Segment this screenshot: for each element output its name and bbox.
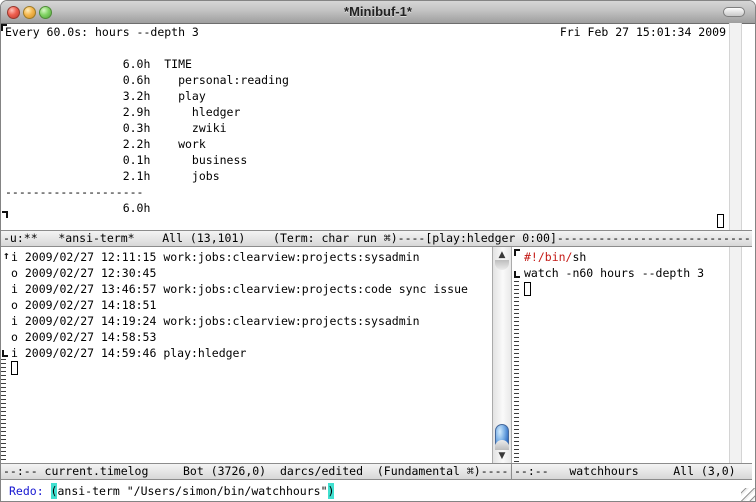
window-title: *Minibuf-1* [1,4,755,20]
script-scrollbar-track[interactable] [729,247,742,463]
modeline-timelog: --:-- current.timelog Bot (3726,0) darcs… [1,463,512,480]
open-paren-highlight: ( [51,483,58,499]
scrollbar-cap [495,260,509,270]
minibuffer-prompt: Redo: [9,483,51,499]
modeline-ansi-term: -u:** *ansi-term* All (13,101) (Term: ch… [1,230,752,247]
modeline-script-text: --:-- watchhours All (3,0) [512,464,752,479]
zoom-button-icon[interactable] [39,6,52,19]
modeline-ansi-term-text: -u:** *ansi-term* All (13,101) (Term: ch… [1,231,752,246]
close-paren-highlight: ) [328,483,335,499]
empty-line-marks [514,281,519,463]
minibuffer[interactable]: Redo: (ansi-term "/Users/simon/bin/watch… [9,483,334,499]
modeline-script: --:-- watchhours All (3,0) [512,463,752,480]
resize-grip[interactable] [741,488,755,502]
hours-report: 6.0h TIME 0.6h personal:reading 3.2h pla… [5,40,289,216]
titlebar[interactable]: *Minibuf-1* [1,1,755,24]
scrollbar-cap [495,440,509,450]
timelog-scrollbar[interactable]: ▲ ▼ [492,247,512,463]
timelog-cursor [11,361,18,375]
empty-line-marks [1,359,6,463]
buffer-bottom-corner-icon [514,271,520,278]
script-shebang-line: #!/bin/sh [524,249,586,265]
minibuffer-command: ansi-term "/Users/simon/bin/watchhours" [57,483,327,499]
buffer-bottom-corner-icon [2,211,8,218]
shebang-path: #!/bin/ [524,250,572,264]
watch-timestamp: Fri Feb 27 15:01:34 2009 [560,24,726,40]
toolbar-toggle-button[interactable] [723,7,745,17]
modeline-timelog-text: --:-- current.timelog Bot (3726,0) darcs… [1,464,511,479]
watch-header: Every 60.0s: hours --depth 3 Fri Feb 27 … [5,24,726,40]
buffer-bottom-corner-icon [2,350,8,357]
buffer-top-corner-icon [514,249,520,256]
script-cursor [524,282,531,296]
watch-command: Every 60.0s: hours --depth 3 [5,24,199,40]
emacs-window: *Minibuf-1* Every 60.0s: hours --depth 3… [0,0,756,502]
timelog-entries: i 2009/02/27 12:11:15 work:jobs:clearvie… [11,249,468,361]
scroll-up-arrow-icon[interactable]: ▲ [493,250,511,260]
close-button-icon[interactable] [7,6,20,19]
term-cursor [717,214,724,228]
fringe-up-arrow-icon: ↑ [3,250,10,261]
script-command-line: watch -n60 hours --depth 3 [524,265,704,281]
scroll-down-arrow-icon[interactable]: ▼ [493,451,511,461]
minimize-button-icon[interactable] [23,6,36,19]
term-scrollbar-track[interactable] [729,23,742,230]
shebang-interpreter: sh [572,250,586,264]
